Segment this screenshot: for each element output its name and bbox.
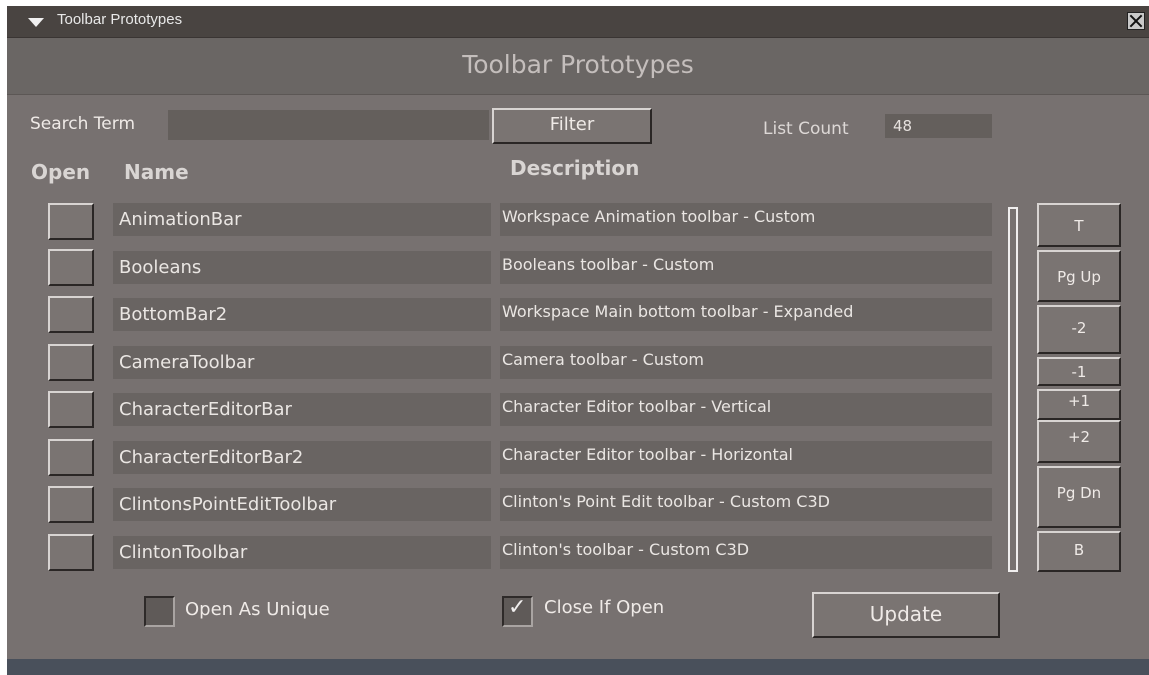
row-name: AnimationBar bbox=[113, 203, 491, 236]
row-name: BottomBar2 bbox=[113, 298, 491, 331]
row-description: Clinton's toolbar - Custom C3D bbox=[500, 536, 992, 569]
row-open-button[interactable] bbox=[48, 344, 94, 381]
row-name: CameraToolbar bbox=[113, 346, 491, 379]
row-description: Booleans toolbar - Custom bbox=[500, 251, 992, 284]
row-open-button[interactable] bbox=[48, 486, 94, 523]
row-name: ClintonToolbar bbox=[113, 536, 491, 569]
row-name: CharacterEditorBar bbox=[113, 393, 491, 426]
row-open-button[interactable] bbox=[48, 391, 94, 428]
close-if-open-label: Close If Open bbox=[544, 597, 665, 618]
row-open-button[interactable] bbox=[48, 534, 94, 571]
page-down-button[interactable]: Pg Dn bbox=[1037, 466, 1121, 528]
open-as-unique-checkbox[interactable] bbox=[144, 596, 175, 627]
toolbar-prototypes-window: Toolbar Prototypes Toolbar Prototypes Se… bbox=[7, 6, 1149, 675]
column-header-open: Open bbox=[31, 160, 91, 184]
title-bar: Toolbar Prototypes bbox=[7, 6, 1149, 38]
header-panel: Toolbar Prototypes bbox=[7, 38, 1149, 95]
row-open-button[interactable] bbox=[48, 296, 94, 333]
row-description: Camera toolbar - Custom bbox=[500, 346, 992, 379]
scroll-top-button[interactable]: T bbox=[1037, 203, 1121, 247]
column-header-name: Name bbox=[124, 160, 189, 184]
scroll-bottom-button[interactable]: B bbox=[1037, 531, 1121, 572]
close-icon[interactable] bbox=[1127, 12, 1145, 30]
page-title: Toolbar Prototypes bbox=[462, 50, 694, 79]
row-description: Character Editor toolbar - Horizontal bbox=[500, 441, 992, 474]
search-label: Search Term bbox=[30, 114, 136, 134]
search-input[interactable] bbox=[168, 110, 489, 140]
column-header-description: Description bbox=[510, 156, 640, 180]
scroll-minus1-button[interactable]: -1 bbox=[1037, 357, 1121, 386]
row-name: Booleans bbox=[113, 251, 491, 284]
filter-button[interactable]: Filter bbox=[492, 108, 652, 144]
row-name: ClintonsPointEditToolbar bbox=[113, 488, 491, 521]
scrollbar[interactable] bbox=[1008, 207, 1018, 572]
list-count-value: 48 bbox=[885, 114, 992, 138]
row-description: Workspace Main bottom toolbar - Expanded bbox=[500, 298, 992, 331]
scroll-plus2-button[interactable]: +2 bbox=[1037, 420, 1121, 463]
window-title: Toolbar Prototypes bbox=[57, 11, 183, 28]
row-open-button[interactable] bbox=[48, 439, 94, 476]
update-button[interactable]: Update bbox=[812, 592, 1000, 638]
close-if-open-checkbox[interactable]: ✓ bbox=[502, 595, 533, 627]
row-open-button[interactable] bbox=[48, 249, 94, 286]
row-description: Character Editor toolbar - Vertical bbox=[500, 393, 992, 426]
row-open-button[interactable] bbox=[48, 203, 94, 240]
open-as-unique-label: Open As Unique bbox=[185, 599, 330, 620]
row-name: CharacterEditorBar2 bbox=[113, 441, 491, 474]
scroll-plus1-button[interactable]: +1 bbox=[1037, 389, 1121, 420]
status-bar bbox=[7, 659, 1149, 675]
row-description: Clinton's Point Edit toolbar - Custom C3… bbox=[500, 488, 992, 521]
row-description: Workspace Animation toolbar - Custom bbox=[500, 203, 992, 236]
page-up-button[interactable]: Pg Up bbox=[1037, 250, 1121, 302]
list-count-label: List Count bbox=[763, 119, 849, 139]
collapse-arrow-icon[interactable] bbox=[28, 18, 44, 27]
scroll-minus2-button[interactable]: -2 bbox=[1037, 305, 1121, 354]
checkmark-icon: ✓ bbox=[508, 595, 527, 620]
